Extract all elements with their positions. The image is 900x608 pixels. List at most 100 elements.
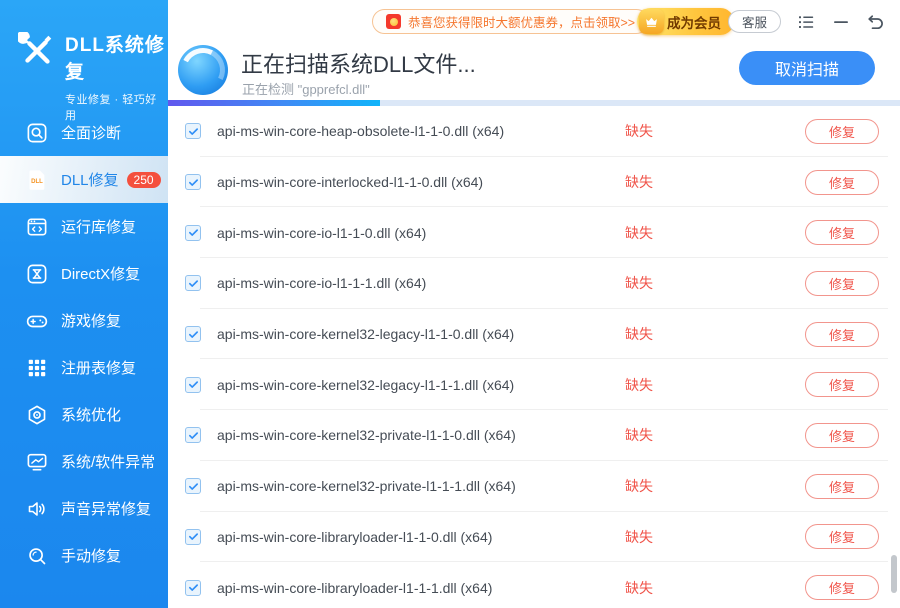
- table-row: api-ms-win-core-kernel32-private-l1-1-1.…: [168, 461, 900, 512]
- minimize-icon[interactable]: [831, 12, 851, 32]
- repair-button[interactable]: 修复: [805, 170, 879, 195]
- row-checkbox[interactable]: [185, 326, 201, 342]
- speaker-icon: [26, 498, 48, 520]
- table-row: api-ms-win-core-io-l1-1-1.dll (x64) 缺失 修…: [168, 258, 900, 309]
- repair-button[interactable]: 修复: [805, 575, 879, 600]
- repair-button[interactable]: 修复: [805, 372, 879, 397]
- row-checkbox[interactable]: [185, 174, 201, 190]
- status-label: 缺失: [609, 578, 669, 598]
- vip-label: 成为会员: [667, 12, 721, 32]
- status-label: 缺失: [609, 273, 669, 293]
- dll-name: api-ms-win-core-kernel32-legacy-l1-1-0.d…: [217, 326, 609, 342]
- magnifier-icon: [26, 545, 48, 567]
- count-badge: 250: [127, 172, 161, 188]
- sidebar-item-label: 全面诊断: [61, 122, 121, 143]
- dll-name: api-ms-win-core-libraryloader-l1-1-1.dll…: [217, 580, 609, 596]
- table-row: api-ms-win-core-interlocked-l1-1-0.dll (…: [168, 157, 900, 208]
- status-label: 缺失: [609, 425, 669, 445]
- status-label: 缺失: [609, 223, 669, 243]
- brand: DLL系统修复 专业修复 · 轻巧好用: [0, 0, 168, 123]
- status-label: 缺失: [609, 121, 669, 141]
- row-checkbox[interactable]: [185, 123, 201, 139]
- dll-name: api-ms-win-core-libraryloader-l1-1-0.dll…: [217, 529, 609, 545]
- coupon-icon: [386, 14, 401, 29]
- sidebar-item-label: 系统优化: [61, 404, 121, 425]
- sidebar-item-label: 系统/软件异常: [61, 451, 155, 472]
- table-row: api-ms-win-core-libraryloader-l1-1-1.dll…: [168, 562, 900, 608]
- row-checkbox[interactable]: [185, 427, 201, 443]
- directx-icon: [26, 263, 48, 285]
- table-row: api-ms-win-core-io-l1-1-0.dll (x64) 缺失 修…: [168, 207, 900, 258]
- dll-file-icon: DLL: [26, 169, 48, 191]
- row-checkbox[interactable]: [185, 529, 201, 545]
- table-row: api-ms-win-core-kernel32-legacy-l1-1-0.d…: [168, 309, 900, 360]
- dll-name: api-ms-win-core-kernel32-legacy-l1-1-1.d…: [217, 377, 609, 393]
- table-row: api-ms-win-core-heap-obsolete-l1-1-0.dll…: [168, 106, 900, 157]
- repair-button[interactable]: 修复: [805, 322, 879, 347]
- support-button[interactable]: 客服: [728, 10, 781, 33]
- sidebar-item-manual-repair[interactable]: 手动修复: [0, 532, 168, 579]
- sidebar: DLL系统修复 专业修复 · 轻巧好用 全面诊断 DLL DLL修复 250 运…: [0, 0, 168, 608]
- repair-button[interactable]: 修复: [805, 271, 879, 296]
- crossed-tools-icon: [18, 32, 56, 70]
- cancel-scan-button[interactable]: 取消扫描: [739, 51, 875, 85]
- sidebar-item-label: 注册表修复: [61, 357, 136, 378]
- repair-button[interactable]: 修复: [805, 119, 879, 144]
- runtime-icon: [26, 216, 48, 238]
- search-box-icon: [26, 122, 48, 144]
- scrollbar-thumb[interactable]: [891, 555, 897, 593]
- sidebar-item-label: DLL修复: [61, 169, 119, 190]
- repair-button[interactable]: 修复: [805, 524, 879, 549]
- promo-text: 恭喜您获得限时大额优惠券，点击领取>>: [408, 12, 635, 31]
- row-checkbox[interactable]: [185, 377, 201, 393]
- sidebar-item-label: 声音异常修复: [61, 498, 151, 519]
- dll-name: api-ms-win-core-heap-obsolete-l1-1-0.dll…: [217, 123, 609, 139]
- row-checkbox[interactable]: [185, 478, 201, 494]
- promo-banner[interactable]: 恭喜您获得限时大额优惠券，点击领取>>: [372, 9, 649, 34]
- table-row: api-ms-win-core-kernel32-private-l1-1-0.…: [168, 410, 900, 461]
- row-checkbox[interactable]: [185, 225, 201, 241]
- sidebar-item-dll-repair[interactable]: DLL DLL修复 250: [0, 156, 168, 203]
- sidebar-nav: 全面诊断 DLL DLL修复 250 运行库修复 DirectX修复 游戏修复 …: [0, 109, 168, 579]
- row-checkbox[interactable]: [185, 580, 201, 596]
- become-vip-button[interactable]: 成为会员: [637, 8, 734, 35]
- status-label: 缺失: [609, 375, 669, 395]
- app-window: DLL系统修复 专业修复 · 轻巧好用 全面诊断 DLL DLL修复 250 运…: [0, 0, 900, 608]
- undo-icon[interactable]: [866, 12, 886, 32]
- scan-current-file: 正在检测 "gpprefcl.dll": [242, 79, 370, 98]
- row-checkbox[interactable]: [185, 275, 201, 291]
- scan-title: 正在扫描系统DLL文件...: [241, 47, 476, 79]
- sidebar-item-label: 运行库修复: [61, 216, 136, 237]
- sidebar-item-label: 游戏修复: [61, 310, 121, 331]
- app-title: DLL系统修复: [65, 30, 168, 84]
- sidebar-item-game-repair[interactable]: 游戏修复: [0, 297, 168, 344]
- status-label: 缺失: [609, 324, 669, 344]
- repair-button[interactable]: 修复: [805, 474, 879, 499]
- table-row: api-ms-win-core-kernel32-legacy-l1-1-1.d…: [168, 359, 900, 410]
- sidebar-item-registry-repair[interactable]: 注册表修复: [0, 344, 168, 391]
- main-panel: 恭喜您获得限时大额优惠券，点击领取>> 成为会员 客服 正在扫描系统DLL文件.…: [168, 0, 900, 608]
- table-row: api-ms-win-core-libraryloader-l1-1-0.dll…: [168, 512, 900, 563]
- repair-button[interactable]: 修复: [805, 423, 879, 448]
- scan-spinner: [178, 45, 228, 95]
- sidebar-item-runtime-repair[interactable]: 运行库修复: [0, 203, 168, 250]
- sidebar-item-system-optimize[interactable]: 系统优化: [0, 391, 168, 438]
- status-label: 缺失: [609, 172, 669, 192]
- svg-text:DLL: DLL: [31, 179, 43, 185]
- dll-name: api-ms-win-core-io-l1-1-0.dll (x64): [217, 225, 609, 241]
- sidebar-item-directx-repair[interactable]: DirectX修复: [0, 250, 168, 297]
- crown-icon: [639, 9, 664, 34]
- sidebar-item-label: 手动修复: [61, 545, 121, 566]
- dll-name: api-ms-win-core-kernel32-private-l1-1-0.…: [217, 427, 609, 443]
- menu-list-icon[interactable]: [796, 12, 816, 32]
- dll-name: api-ms-win-core-io-l1-1-1.dll (x64): [217, 275, 609, 291]
- repair-button[interactable]: 修复: [805, 220, 879, 245]
- monitor-icon: [26, 451, 48, 473]
- sidebar-item-system-error[interactable]: 系统/软件异常: [0, 438, 168, 485]
- gamepad-icon: [26, 310, 48, 332]
- sidebar-item-sound-repair[interactable]: 声音异常修复: [0, 485, 168, 532]
- sidebar-item-diagnose[interactable]: 全面诊断: [0, 109, 168, 156]
- dll-name: api-ms-win-core-interlocked-l1-1-0.dll (…: [217, 174, 609, 190]
- window-controls: 客服: [728, 10, 886, 33]
- status-label: 缺失: [609, 476, 669, 496]
